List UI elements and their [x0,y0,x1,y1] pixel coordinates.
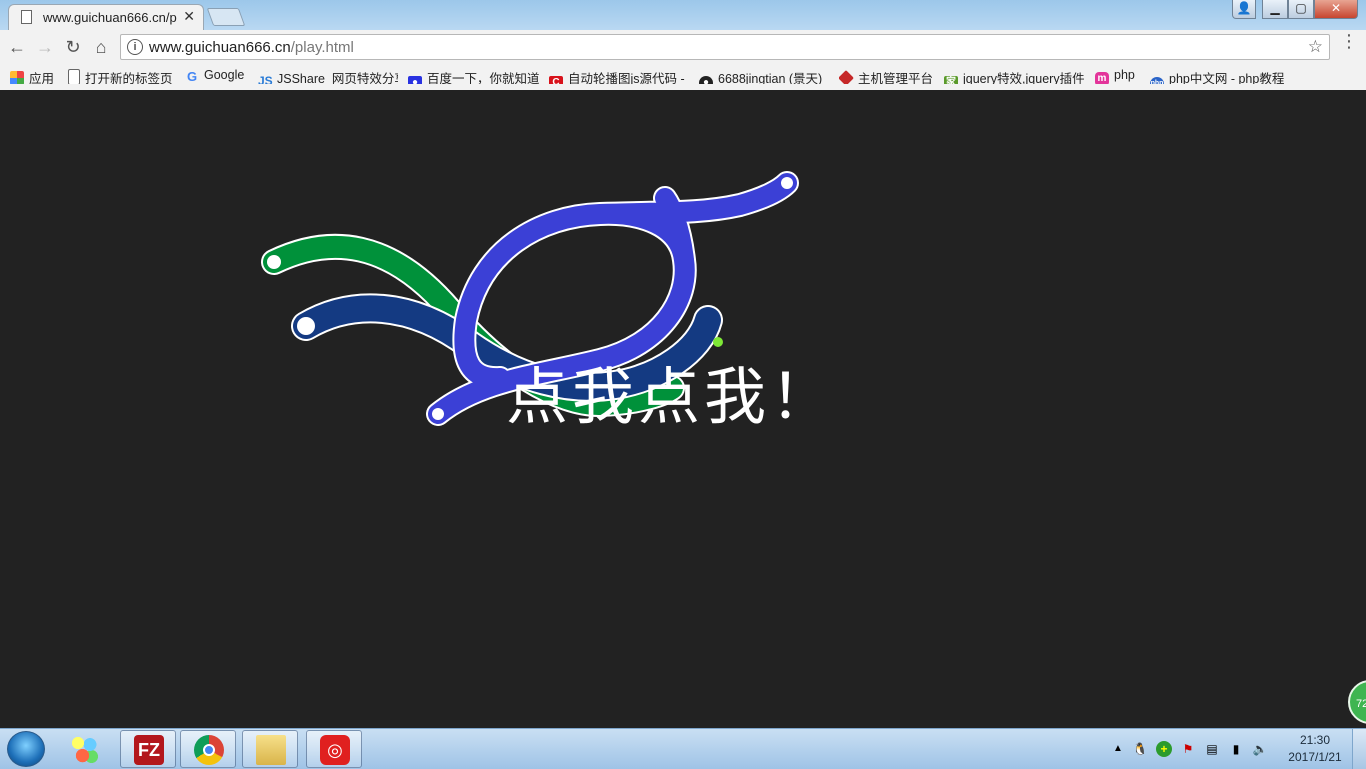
address-bar[interactable]: i www.guichuan666.cn/play.html ☆ [120,34,1330,60]
taskbar-netease-music[interactable]: ◎ [306,730,362,768]
bookmark-google[interactable]: G Google [185,68,251,84]
color-balls-icon [69,734,99,764]
new-tab-button[interactable] [206,8,246,26]
bookmark-label: 自动轮播图js源代码 - [568,72,685,84]
click-me-text[interactable]: 点我点我！ [506,346,836,436]
taskbar-file-explorer[interactable] [242,730,298,768]
bookmark-star-icon[interactable]: ☆ [1308,37,1323,57]
minimize-button[interactable]: ▁ [1262,0,1288,19]
start-button[interactable] [7,731,45,767]
clock-date: 2017/1/21 [1288,750,1342,764]
bookmarks-bar: 应用 打开新的标签页 G Google JS JSShare_网页特效分享 ● 百度一… [0,64,1366,88]
show-hidden-icon[interactable]: ▲ [1110,741,1126,757]
bookmark-label: jquery特效,jquery插件 [963,72,1084,84]
close-window-button[interactable]: ✕ [1314,0,1358,19]
system-clock[interactable]: 21:30 2017/1/21 [1284,732,1346,766]
url-path: /play.html [290,39,354,56]
netease-music-icon: ◎ [320,735,350,765]
taskbar-filezilla[interactable]: FZ [120,730,176,768]
clock-time: 21:30 [1299,733,1331,747]
plus-shield-icon[interactable]: + [1156,741,1172,757]
browser-toolbar: ← → ↻ ⌂ i www.guichuan666.cn/play.html ☆… [0,30,1366,64]
usb-icon[interactable]: ▤ [1204,741,1220,757]
qq-icon[interactable]: 🐧 [1132,741,1148,757]
php-pink-icon: m [1095,72,1109,84]
address-url[interactable]: www.guichuan666.cn/play.html [149,39,354,56]
bookmark-carousel[interactable]: C 自动轮播图js源代码 - [549,68,687,84]
bookmark-label: 应用 [29,72,55,84]
reload-button[interactable]: ↻ [62,36,84,58]
bookmark-label: 打开新的标签页 [85,72,173,84]
network-icon[interactable]: ▮ [1228,741,1244,757]
url-host: www.guichuan666.cn [149,39,291,56]
php-cn-icon: php [1150,77,1164,84]
bookmark-label: JSShare_网页特效分享 [277,72,398,84]
page-icon [68,69,80,84]
site-info-icon[interactable]: i [127,39,143,55]
bookmark-label: php中文网 - php教程 [1169,72,1285,84]
google-icon: G [186,69,198,84]
tentacle-green-head [267,255,281,269]
folder-icon [256,735,286,765]
page-icon [21,10,32,24]
back-button[interactable]: ← [6,36,28,58]
forward-button[interactable]: → [34,36,56,58]
tentacle-blue-head-left [432,408,444,420]
bookmark-label: 6688jingtian (景天) [718,72,823,84]
bookmark-jquery[interactable]: 家 jquery特效,jquery插件 [944,68,1084,84]
tab-active[interactable]: www.guichuan666.cn/p ✕ [8,4,204,30]
bookmark-apps[interactable]: 应用 [10,68,60,84]
host-admin-icon [839,70,854,84]
apps-grid-icon [10,71,24,84]
red-c-icon: C [549,76,563,84]
system-tray: ▲ 🐧 + ⚑ ▤ ▮ 🔈 [1106,729,1286,769]
github-icon: ● [699,76,713,84]
tab-strip: www.guichuan666.cn/p ✕ 👤 ▁ ▢ ✕ [0,0,1366,30]
bookmark-php[interactable]: m php [1095,68,1141,84]
chrome-icon [194,735,224,765]
bookmark-github[interactable]: ● 6688jingtian (景天) [699,68,833,84]
tab-title: www.guichuan666.cn/p [43,10,177,25]
browser-chrome: www.guichuan666.cn/p ✕ 👤 ▁ ▢ ✕ ← → ↻ ⌂ i… [0,0,1366,91]
bookmark-label: 主机管理平台 [858,72,934,84]
browser-menu-button[interactable]: ⋮ [1340,32,1358,50]
filezilla-icon: FZ [134,735,164,765]
bookmark-host-admin[interactable]: 主机管理平台 [839,68,937,84]
volume-icon[interactable]: 🔈 [1252,741,1268,757]
bookmark-php-cn[interactable]: php php中文网 - php教程 [1150,68,1290,84]
tentacle-navy-head [297,317,315,335]
jsshare-icon: JS [258,74,273,84]
bookmark-label: php [1114,68,1135,82]
tab-close-icon[interactable]: ✕ [183,8,195,25]
page-canvas[interactable]: 点我点我！ 72 [0,90,1366,728]
taskbar-color-balls-app[interactable] [56,730,112,768]
profile-button[interactable]: 👤 [1232,0,1256,19]
bookmark-jsshare[interactable]: JS JSShare_网页特效分享 [258,68,398,84]
home-button[interactable]: ⌂ [90,36,112,58]
maximize-button[interactable]: ▢ [1288,0,1314,19]
flag-icon[interactable]: ⚑ [1180,741,1196,757]
bookmark-new-tab[interactable]: 打开新的标签页 [68,68,178,84]
baidu-paw-icon: ● [408,76,422,84]
windows-taskbar: FZ ◎ ▲ 🐧 + ⚑ ▤ ▮ 🔈 21:30 2017/1/21 [0,728,1366,769]
show-desktop-button[interactable] [1352,729,1366,769]
jquery-home-icon: 家 [944,76,958,84]
bookmark-baidu[interactable]: ● 百度一下，你就知道 [408,68,542,84]
tentacle-blue-head-right [781,177,793,189]
taskbar-chrome[interactable] [180,730,236,768]
bookmark-label: Google [204,68,245,82]
bookmark-label: 百度一下，你就知道 [427,72,540,84]
